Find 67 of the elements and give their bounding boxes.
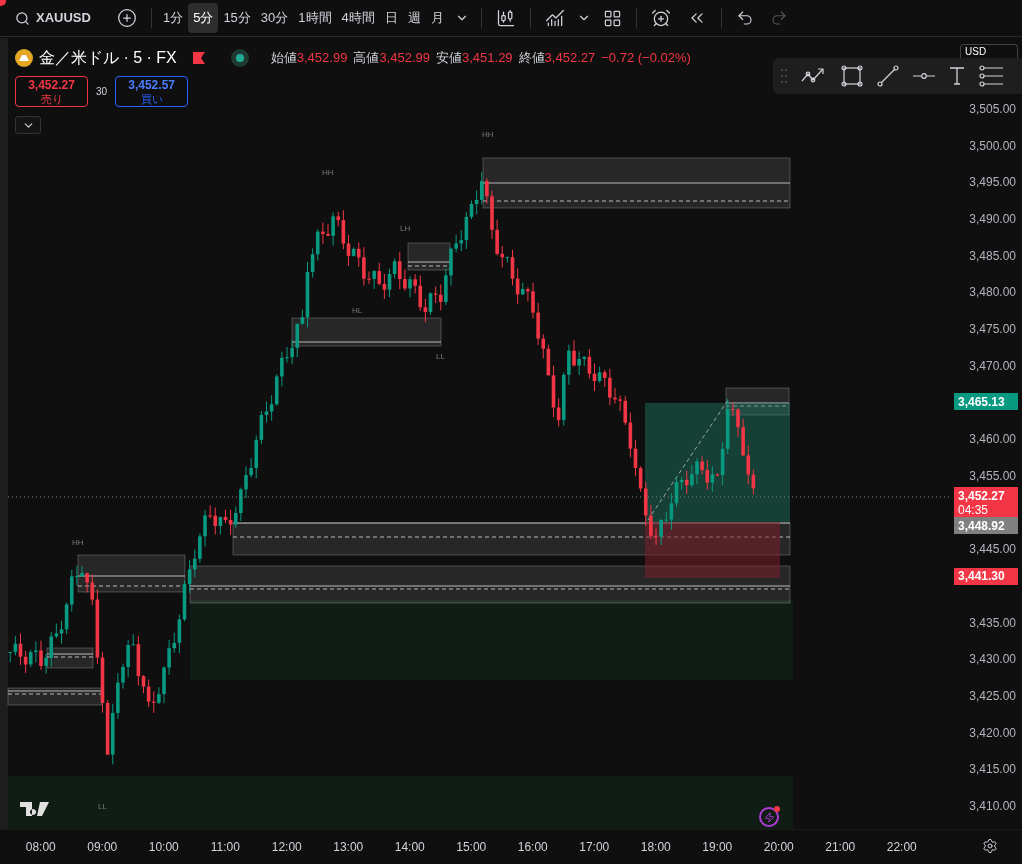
price-tick: 3,485.00 — [969, 248, 1016, 263]
time-tick: 09:00 — [86, 838, 119, 856]
price-tick: 3,505.00 — [969, 102, 1016, 116]
symbol-search[interactable]: XAUUSD — [0, 3, 109, 33]
symbol-title: 金／米ドル · 5 · FX — [39, 48, 177, 68]
time-tick: 10:00 — [147, 838, 180, 856]
price-tag-value: 3,452.27 — [958, 488, 1006, 503]
price-tick: 3,420.00 — [969, 725, 1016, 740]
swing-label: HH — [482, 130, 494, 139]
time-tick: 20:00 — [762, 838, 795, 856]
spread-value: 30 — [96, 85, 108, 99]
price-tag-value: 3,441.30 — [958, 569, 1006, 584]
countdown-timer: 04:35 — [958, 502, 990, 517]
interval-tab[interactable]: 月 — [425, 3, 449, 33]
price-tick: 3,490.00 — [969, 212, 1016, 227]
price-tick: 3,500.00 — [969, 138, 1016, 153]
price-tag-value: 3,465.13 — [958, 394, 1006, 409]
price-tick: 3,430.00 — [969, 652, 1016, 667]
ohlc-value: 3,452.27 — [544, 49, 596, 68]
time-tick: 12:00 — [270, 838, 303, 856]
interval-tab[interactable]: 15分 — [218, 3, 256, 33]
price-tick: 3,425.00 — [969, 688, 1016, 703]
price-tick: 3,455.00 — [969, 468, 1016, 483]
price-tick: 3,410.00 — [969, 799, 1016, 813]
time-tick: 13:00 — [332, 838, 365, 856]
price-tick: 3,460.00 — [969, 432, 1016, 447]
swing-label: LH — [400, 224, 411, 233]
interval-tab[interactable]: 1分 — [157, 3, 189, 33]
time-tick: 17:00 — [578, 838, 611, 856]
price-tick: 3,480.00 — [969, 285, 1016, 300]
price-change: −0.72 (−0.02%) — [601, 49, 691, 68]
sell-button[interactable]: 3,452.27 売り — [15, 76, 88, 107]
time-tick: 19:00 — [701, 838, 734, 856]
interval-tab[interactable]: 5分 — [188, 3, 219, 33]
time-tick: 16:00 — [516, 838, 549, 856]
interval-tab[interactable]: 4時間 — [336, 3, 380, 33]
interval-tab[interactable]: 30分 — [255, 3, 294, 33]
price-tick: 3,470.00 — [969, 358, 1016, 373]
ohlc-label: 始値 — [270, 49, 297, 68]
ohlc-value: 3,451.29 — [462, 49, 513, 68]
swing-label: HH — [322, 168, 334, 177]
swing-label: HH — [72, 538, 84, 547]
price-tag-value: 3,448.92 — [958, 518, 1006, 533]
price-tick: 3,435.00 — [969, 615, 1016, 630]
buy-button[interactable]: 3,452.57 買い — [115, 76, 189, 107]
time-tick: 21:00 — [824, 838, 857, 856]
price-tick: 3,445.00 — [969, 542, 1016, 557]
ohlc-value: 3,452.99 — [296, 49, 348, 68]
time-tick: 14:00 — [393, 838, 426, 856]
price-tick: 3,495.00 — [969, 175, 1016, 190]
interval-tab[interactable]: 1時間 — [293, 3, 337, 33]
ohlc-value: 3,452.99 — [379, 49, 430, 68]
time-tick: 11:00 — [209, 838, 241, 856]
ohlc-label: 安値 — [436, 49, 462, 68]
time-tick: 18:00 — [639, 838, 672, 856]
price-tick: 3,415.00 — [969, 762, 1016, 777]
swing-label: LL — [436, 352, 445, 361]
interval-tab[interactable]: 日 — [379, 3, 403, 33]
ohlc-label: 高値 — [353, 49, 380, 68]
time-tick: 22:00 — [885, 838, 918, 856]
time-tick: 08:00 — [24, 838, 57, 856]
swing-label: LL — [98, 802, 107, 811]
interval-tab[interactable]: 週 — [402, 3, 426, 33]
swing-label: HL — [352, 306, 363, 315]
time-tick: 15:00 — [455, 838, 488, 856]
price-tick: 3,475.00 — [969, 322, 1016, 337]
ohlc-label: 終値 — [518, 49, 545, 68]
